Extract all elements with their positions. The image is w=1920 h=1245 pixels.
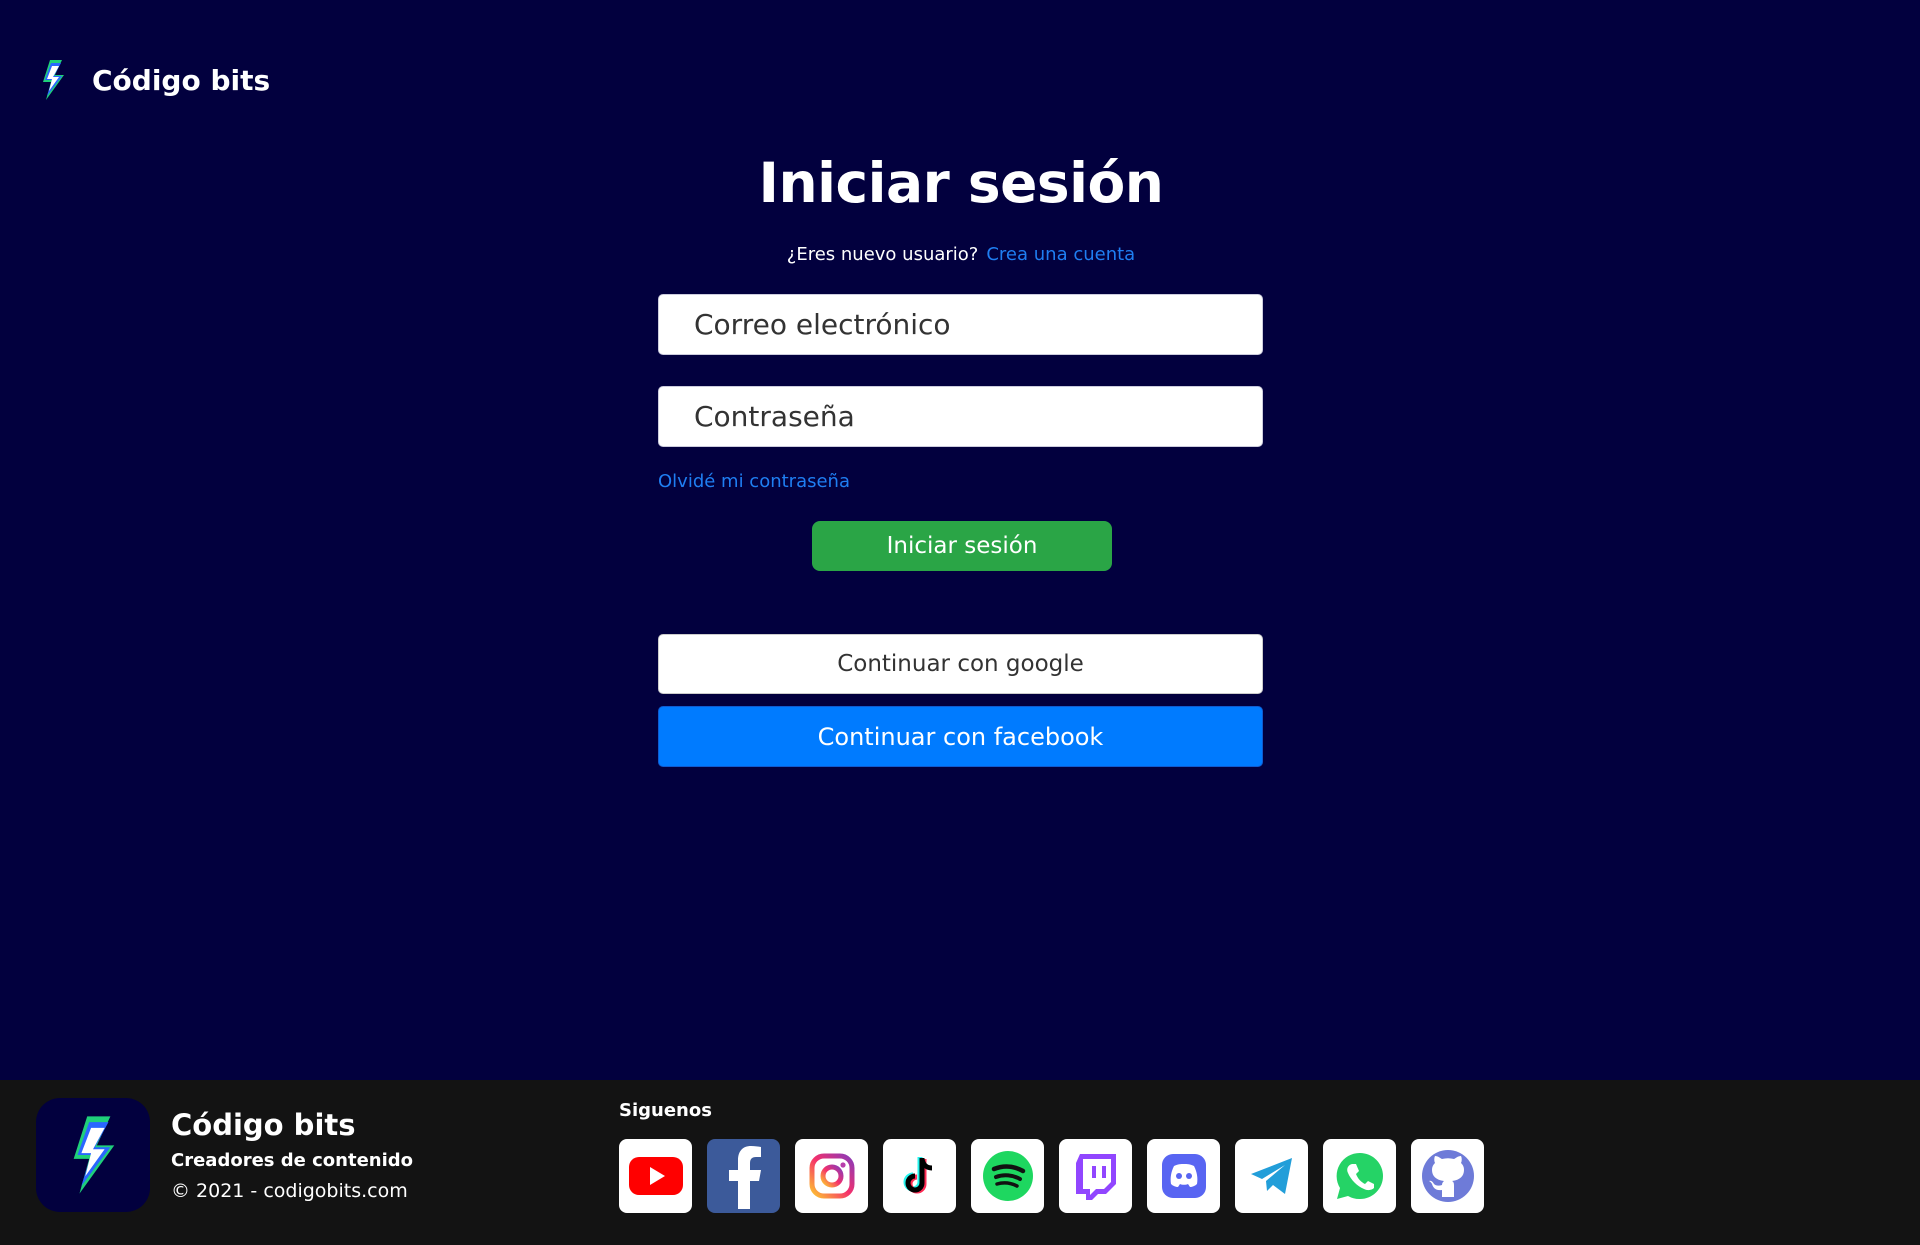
follow-heading: Siguenos (619, 1100, 712, 1121)
forgot-password-link[interactable]: Olvidé mi contraseña (658, 471, 1264, 497)
youtube-link[interactable] (619, 1139, 692, 1213)
twitch-link[interactable] (1059, 1139, 1132, 1213)
create-account-link[interactable]: Crea una cuenta (986, 244, 1135, 265)
telegram-link[interactable] (1235, 1139, 1308, 1213)
discord-icon (1161, 1154, 1206, 1198)
brand-name[interactable]: Código bits (92, 64, 270, 97)
github-link[interactable] (1411, 1139, 1484, 1213)
twitch-icon (1075, 1154, 1116, 1200)
page-title: Iniciar sesión (758, 151, 1164, 215)
footer-brand: Código bits (171, 1108, 356, 1142)
email-field[interactable] (658, 294, 1263, 355)
tiktok-link[interactable] (883, 1139, 956, 1213)
facebook-login-button[interactable]: Continuar con facebook (658, 706, 1263, 767)
footer-copyright: © 2021 - codigobits.com (171, 1180, 408, 1202)
lightning-logo-icon (73, 1116, 115, 1194)
instagram-link[interactable] (795, 1139, 868, 1213)
navbar: Código bits (38, 58, 270, 102)
facebook-icon (728, 1146, 761, 1209)
github-icon (1421, 1150, 1474, 1202)
google-login-button[interactable]: Continuar con google (658, 634, 1263, 694)
footer-tagline: Creadores de contenido (171, 1150, 414, 1171)
footer: Código bits Creadores de contenido © 202… (0, 1080, 1920, 1245)
whatsapp-icon (1336, 1152, 1383, 1200)
password-field[interactable] (658, 386, 1263, 447)
youtube-icon (628, 1157, 683, 1195)
login-button[interactable]: Iniciar sesión (812, 521, 1112, 571)
login-form: Iniciar sesión ¿Eres nuevo usuario? Crea … (658, 140, 1264, 767)
lightning-logo-icon[interactable] (38, 58, 68, 102)
new-user-prompt: ¿Eres nuevo usuario? Crea una cuenta (658, 244, 1264, 268)
discord-link[interactable] (1147, 1139, 1220, 1213)
spotify-link[interactable] (971, 1139, 1044, 1213)
new-user-text: ¿Eres nuevo usuario? (786, 244, 979, 265)
whatsapp-link[interactable] (1323, 1139, 1396, 1213)
tiktok-icon (903, 1157, 932, 1194)
spotify-icon (982, 1151, 1033, 1201)
footer-logo (36, 1098, 150, 1212)
social-links (619, 1139, 1499, 1213)
telegram-icon (1250, 1158, 1292, 1194)
facebook-link[interactable] (707, 1139, 780, 1213)
instagram-icon (809, 1153, 854, 1199)
